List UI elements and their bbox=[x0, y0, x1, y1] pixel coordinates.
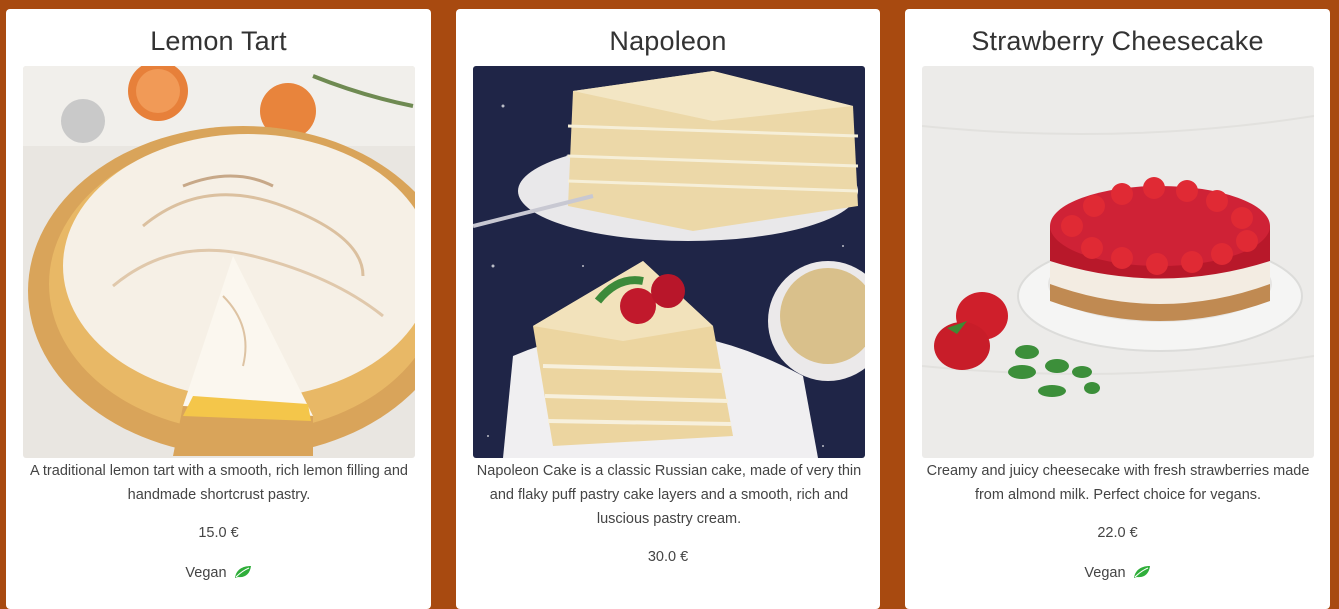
vegan-badge: Vegan bbox=[905, 565, 1330, 583]
strawberry-cheesecake-image bbox=[922, 66, 1314, 458]
product-description: Creamy and juicy cheesecake with fresh s… bbox=[926, 463, 1310, 503]
product-image[interactable] bbox=[922, 66, 1314, 458]
vegan-label: Vegan bbox=[185, 565, 227, 581]
lemon-tart-image bbox=[23, 66, 415, 458]
product-description: A traditional lemon tart with a smooth, … bbox=[30, 463, 408, 503]
product-price: 15.0 € bbox=[198, 525, 239, 541]
product-image[interactable] bbox=[23, 66, 415, 458]
vegan-badge: Vegan bbox=[6, 565, 431, 583]
product-title: Lemon Tart bbox=[150, 26, 287, 56]
product-card-napoleon[interactable]: Napoleon Napoleon Cake is a classic Russ… bbox=[456, 9, 880, 609]
product-card-strawberry-cheesecake[interactable]: Strawberry Cheesecake Creamy and juicy c… bbox=[905, 9, 1330, 609]
product-description: Napoleon Cake is a classic Russian cake,… bbox=[476, 463, 862, 527]
leaf-icon bbox=[234, 565, 252, 583]
napoleon-cake-image bbox=[473, 66, 865, 458]
product-grid: Lemon Tart A traditional lemon tart with… bbox=[0, 0, 1339, 609]
product-image[interactable] bbox=[473, 66, 865, 458]
vegan-label: Vegan bbox=[1084, 565, 1126, 581]
product-price: 30.0 € bbox=[647, 549, 689, 565]
product-price: 22.0 € bbox=[1097, 525, 1138, 541]
product-title: Napoleon bbox=[609, 26, 727, 56]
product-card-lemon-tart[interactable]: Lemon Tart A traditional lemon tart with… bbox=[6, 9, 431, 609]
product-title: Strawberry Cheesecake bbox=[971, 26, 1264, 56]
leaf-icon bbox=[1133, 565, 1151, 583]
